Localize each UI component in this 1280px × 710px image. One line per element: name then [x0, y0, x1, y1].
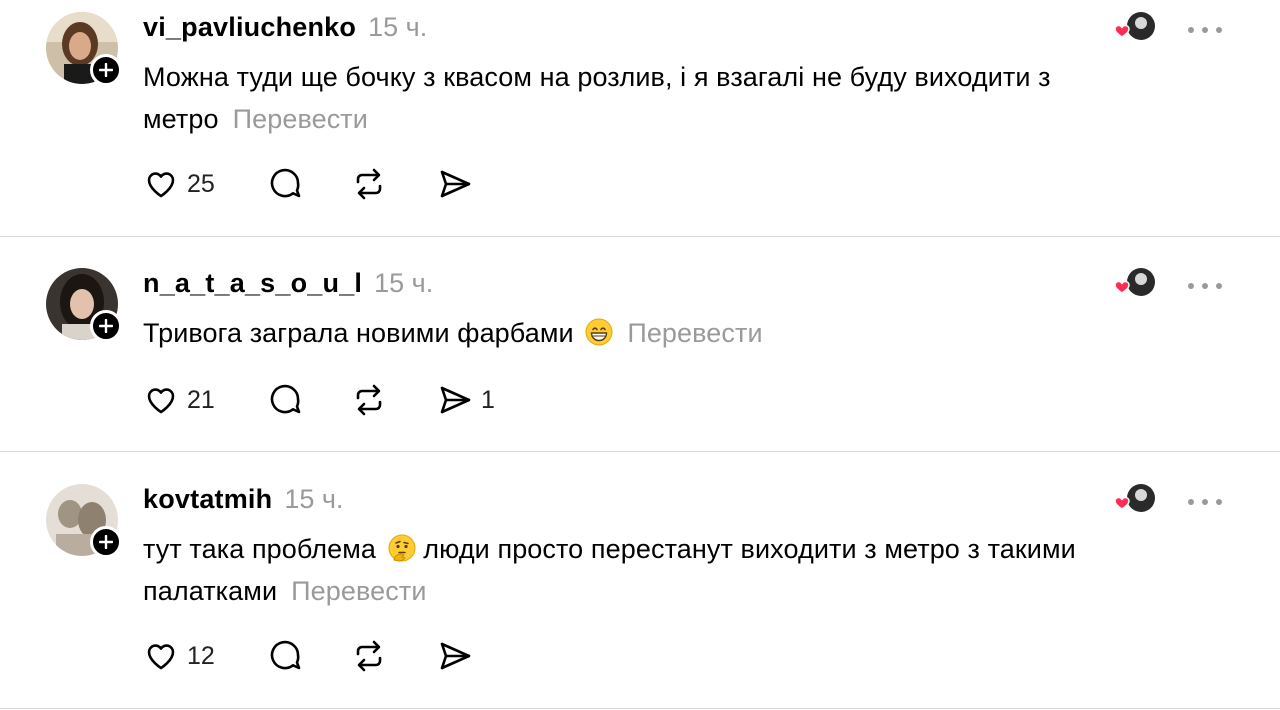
liked-by-author-icon: [1114, 12, 1155, 40]
translate-link[interactable]: Перевести: [233, 104, 368, 134]
reply-post[interactable]: n_a_t_a_s_o_u_l 15 ч. Тривога заграла но…: [0, 268, 1280, 428]
username[interactable]: vi_pavliuchenko: [143, 12, 356, 43]
divider: [0, 708, 1280, 709]
reply-button[interactable]: [267, 164, 303, 204]
post-actions: 12: [143, 636, 543, 676]
like-count: 12: [187, 641, 215, 670]
follow-plus-icon[interactable]: [90, 526, 122, 558]
like-button[interactable]: 12: [143, 636, 215, 676]
username[interactable]: n_a_t_a_s_o_u_l: [143, 268, 362, 299]
post-header: vi_pavliuchenko 15 ч.: [143, 12, 427, 46]
post-text-line: Можна туди ще бочку з квасом на розлив, …: [143, 62, 1051, 92]
thread-replies-feed: vi_pavliuchenko 15 ч. Можна туди ще бочк…: [0, 0, 1280, 710]
heart-icon: [147, 388, 175, 414]
liked-by-author-icon: [1114, 484, 1155, 512]
heart-icon: [147, 644, 175, 670]
timestamp: 15 ч.: [368, 12, 428, 42]
more-options-button[interactable]: [1188, 490, 1228, 514]
divider: [0, 236, 1280, 237]
reply-button[interactable]: [267, 380, 303, 420]
liked-by-author-icon: [1114, 268, 1155, 296]
post-text: Тривога заграла новими фарбами Перевести: [143, 312, 1223, 354]
thinking-face-icon: [388, 534, 416, 562]
avatar[interactable]: [46, 12, 122, 86]
timestamp: 15 ч.: [284, 484, 344, 514]
comment-icon: [270, 168, 301, 198]
like-count: 25: [187, 169, 215, 198]
divider: [0, 451, 1280, 452]
timestamp: 15 ч.: [374, 268, 434, 298]
dot-icon: [1202, 499, 1208, 505]
dot-icon: [1216, 283, 1222, 289]
reply-post[interactable]: kovtatmih 15 ч. тут така проблема люди п…: [0, 484, 1280, 694]
translate-link[interactable]: Перевести: [291, 576, 426, 606]
like-button[interactable]: 21: [143, 380, 215, 420]
reply-post[interactable]: vi_pavliuchenko 15 ч. Можна туди ще бочк…: [0, 12, 1280, 212]
dot-icon: [1188, 499, 1194, 505]
post-text-line: тут така проблема: [143, 534, 376, 564]
repost-button[interactable]: [351, 164, 387, 204]
avatar[interactable]: [46, 268, 122, 342]
dot-icon: [1188, 283, 1194, 289]
post-text-line: люди просто перестанут виходити з метро …: [423, 534, 1076, 564]
translate-link[interactable]: Перевести: [627, 318, 762, 348]
dot-icon: [1202, 283, 1208, 289]
repost-icon: [356, 640, 382, 672]
share-count: 1: [481, 385, 495, 414]
share-button[interactable]: [437, 636, 473, 676]
post-header: n_a_t_a_s_o_u_l 15 ч.: [143, 268, 433, 302]
post-actions: 25: [143, 164, 543, 204]
dot-icon: [1188, 27, 1194, 33]
send-icon: [440, 642, 471, 670]
post-actions: 21 1: [143, 380, 543, 420]
more-options-button[interactable]: [1188, 274, 1228, 298]
like-button[interactable]: 25: [143, 164, 215, 204]
avatar[interactable]: [46, 484, 122, 558]
post-text: Можна туди ще бочку з квасом на розлив, …: [143, 56, 1223, 140]
reply-button[interactable]: [267, 636, 303, 676]
grinning-face-icon: [585, 318, 613, 346]
comment-icon: [270, 384, 301, 414]
send-icon: [440, 386, 471, 414]
repost-button[interactable]: [351, 380, 387, 420]
repost-button[interactable]: [351, 636, 387, 676]
dot-icon: [1216, 27, 1222, 33]
comment-icon: [270, 640, 301, 670]
follow-plus-icon[interactable]: [90, 310, 122, 342]
follow-plus-icon[interactable]: [90, 54, 122, 86]
post-header: kovtatmih 15 ч.: [143, 484, 343, 518]
dot-icon: [1202, 27, 1208, 33]
dot-icon: [1216, 499, 1222, 505]
post-text-line: палатками: [143, 576, 278, 606]
share-button[interactable]: [437, 164, 473, 204]
like-count: 21: [187, 385, 215, 414]
heart-icon: [147, 172, 175, 198]
post-text-line: метро: [143, 104, 219, 134]
share-button[interactable]: 1: [437, 380, 495, 420]
post-text-line: Тривога заграла новими фарбами: [143, 318, 574, 348]
repost-icon: [356, 384, 382, 416]
send-icon: [440, 170, 471, 198]
repost-icon: [356, 168, 382, 200]
username[interactable]: kovtatmih: [143, 484, 272, 515]
more-options-button[interactable]: [1188, 18, 1228, 42]
post-text: тут така проблема люди просто перестанут…: [143, 528, 1223, 612]
